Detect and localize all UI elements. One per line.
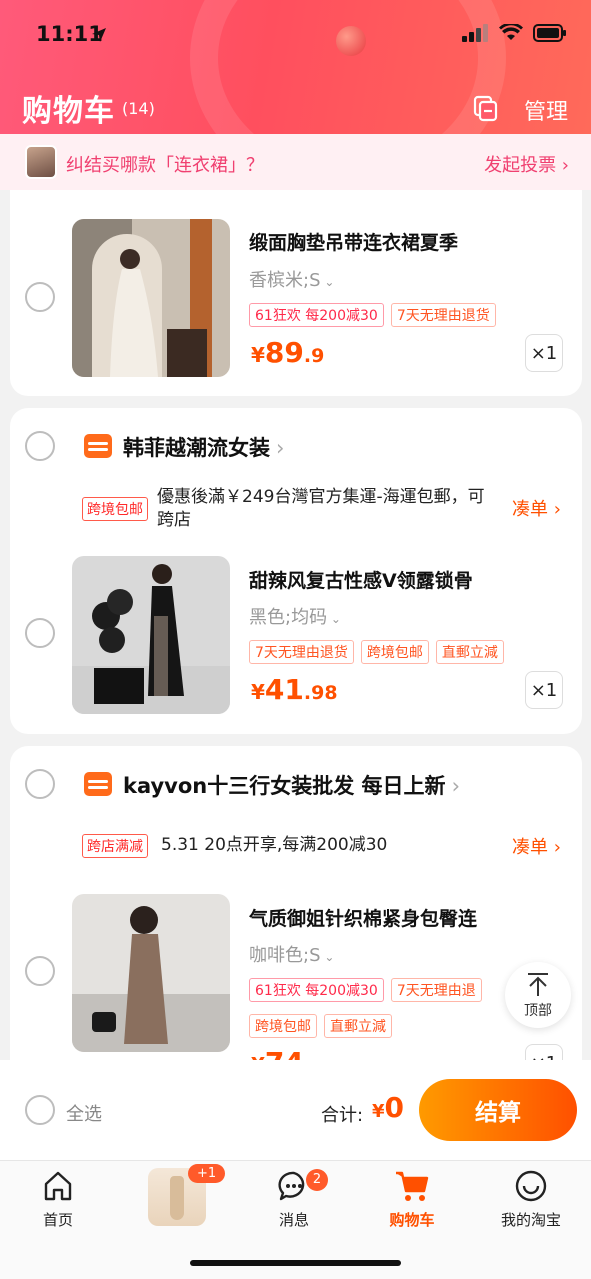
cart-icon xyxy=(396,1171,429,1201)
quantity-button[interactable]: ×1 xyxy=(525,671,563,709)
coudan-link[interactable]: 凑单 › xyxy=(512,833,561,859)
product-sku[interactable]: 咖啡色;S xyxy=(249,941,334,967)
tab-label: 消息 xyxy=(278,1211,309,1229)
tab-label: 购物车 xyxy=(389,1211,435,1229)
service-tag: 直郵立減 xyxy=(435,640,504,664)
shop-checkbox[interactable] xyxy=(25,431,55,461)
message-count-badge: 2 xyxy=(306,1169,328,1191)
arrow-up-icon xyxy=(528,973,548,996)
quantity-button[interactable]: ×1 xyxy=(525,1044,563,1060)
shop-card: 韩菲越潮流女装 › 跨境包邮 優惠後滿￥249台灣官方集運-海運包郵，可跨店 凑单… xyxy=(10,408,582,734)
product-title[interactable]: 气质御姐针织棉紧身包臀连 xyxy=(249,904,477,931)
vote-thumbnail xyxy=(25,145,57,179)
shop-checkbox[interactable] xyxy=(25,769,55,799)
smile-icon xyxy=(515,1170,547,1202)
promo-badge: 跨店满减 xyxy=(82,834,148,858)
tab-cart[interactable]: 购物车 xyxy=(362,1169,462,1230)
cart-card: 缎面胸垫吊带连衣裙夏季 香槟米;S 61狂欢 每200减30 7天无理由退货 ¥… xyxy=(10,190,582,396)
product-sku[interactable]: 黑色;均码 xyxy=(249,603,341,629)
select-all-label[interactable]: 全选 xyxy=(66,1100,102,1126)
product-price: ¥41.98 xyxy=(251,673,338,706)
total-label: 合计: xyxy=(321,1105,364,1126)
product-tags: 7天无理由退货 跨境包邮 直郵立減 xyxy=(249,640,504,664)
chat-icon xyxy=(278,1171,305,1201)
item-checkbox[interactable] xyxy=(25,618,55,648)
product-title[interactable]: 缎面胸垫吊带连衣裙夏季 xyxy=(249,228,458,255)
home-indicator xyxy=(190,1260,401,1266)
compare-icon[interactable] xyxy=(472,94,500,122)
product-title[interactable]: 甜辣风复古性感V领露锁骨 xyxy=(249,566,473,593)
product-image[interactable] xyxy=(72,556,230,714)
status-icons xyxy=(461,24,567,42)
checkout-bar: 全选 合计: ¥0 结算 xyxy=(0,1060,591,1160)
cart-count: (14) xyxy=(122,99,155,118)
shop-name[interactable]: 韩菲越潮流女装 › xyxy=(123,432,284,462)
promo-tag: 61狂欢 每200减30 xyxy=(249,303,384,327)
item-checkbox[interactable] xyxy=(25,282,55,312)
shop-icon xyxy=(84,772,112,796)
product-image[interactable] xyxy=(72,219,230,377)
shop-icon xyxy=(84,434,112,458)
service-tag: 7天无理由退货 xyxy=(249,640,354,664)
service-tag: 跨境包邮 xyxy=(249,1014,317,1038)
start-vote-link[interactable]: 发起投票 › xyxy=(484,151,569,177)
battery-icon xyxy=(533,24,566,42)
item-checkbox[interactable] xyxy=(25,956,55,986)
manage-button[interactable]: 管理 xyxy=(524,94,568,126)
home-icon xyxy=(44,1171,72,1201)
tab-home[interactable]: 首页 xyxy=(8,1169,108,1230)
quantity-button[interactable]: ×1 xyxy=(525,334,563,372)
service-tag: 7天无理由退 xyxy=(390,978,482,1002)
tab-label: 我的淘宝 xyxy=(500,1211,561,1229)
promo-text: 5.31 20点开享,每满200减30 xyxy=(161,835,388,855)
product-tags: 61狂欢 每200减30 7天无理由退 xyxy=(249,978,482,1002)
tab-label: 首页 xyxy=(42,1211,73,1229)
signal-icon xyxy=(462,24,488,42)
shop-name[interactable]: kayvon十三行女装批发 每日上新 › xyxy=(123,770,460,800)
promo-badge: 跨境包邮 xyxy=(82,497,148,521)
product-tags: 跨境包邮 直郵立減 xyxy=(249,1014,392,1038)
location-arrow-icon xyxy=(92,28,106,42)
back-to-top-label: 顶部 xyxy=(524,1003,552,1019)
product-sku[interactable]: 香槟米;S xyxy=(249,266,334,292)
vote-banner[interactable]: 纠结买哪款「连衣裙」？ 发起投票 › xyxy=(0,134,591,190)
shop-card: kayvon十三行女装批发 每日上新 › 跨店满减 5.31 20点开享,每满20… xyxy=(10,746,582,1060)
service-tag: 直郵立減 xyxy=(324,1014,392,1038)
coudan-link[interactable]: 凑单 › xyxy=(512,495,561,521)
product-price: ¥74 xyxy=(251,1046,304,1060)
promo-text: 優惠後滿￥249台灣官方集運-海運包郵，可跨店 xyxy=(157,487,485,530)
cart-list[interactable]: 缎面胸垫吊带连衣裙夏季 香槟米;S 61狂欢 每200减30 7天无理由退货 ¥… xyxy=(0,190,591,1060)
tab-mine[interactable]: 我的淘宝 xyxy=(481,1169,581,1230)
wifi-icon xyxy=(499,24,523,40)
back-to-top-button[interactable]: 顶部 xyxy=(505,962,571,1028)
product-image[interactable] xyxy=(72,894,230,1052)
total-amount: ¥0 xyxy=(372,1091,405,1124)
service-tag: 跨境包邮 xyxy=(360,640,429,664)
header: 11:11 购物车 (14) 管理 xyxy=(0,0,591,134)
promo-tag: 61狂欢 每200减30 xyxy=(249,978,384,1002)
product-tags: 61狂欢 每200减30 7天无理由退货 xyxy=(249,303,496,327)
page-title: 购物车 xyxy=(22,94,115,129)
checkout-button[interactable]: 结算 xyxy=(419,1079,577,1141)
plus-badge: +1 xyxy=(188,1164,226,1183)
tab-messages[interactable]: 消息 xyxy=(244,1169,344,1230)
product-price: ¥89.9 xyxy=(251,336,325,369)
select-all-checkbox[interactable] xyxy=(25,1095,55,1125)
vote-text: 纠结买哪款「连衣裙」？ xyxy=(66,155,264,176)
service-tag: 7天无理由退货 xyxy=(390,303,496,327)
